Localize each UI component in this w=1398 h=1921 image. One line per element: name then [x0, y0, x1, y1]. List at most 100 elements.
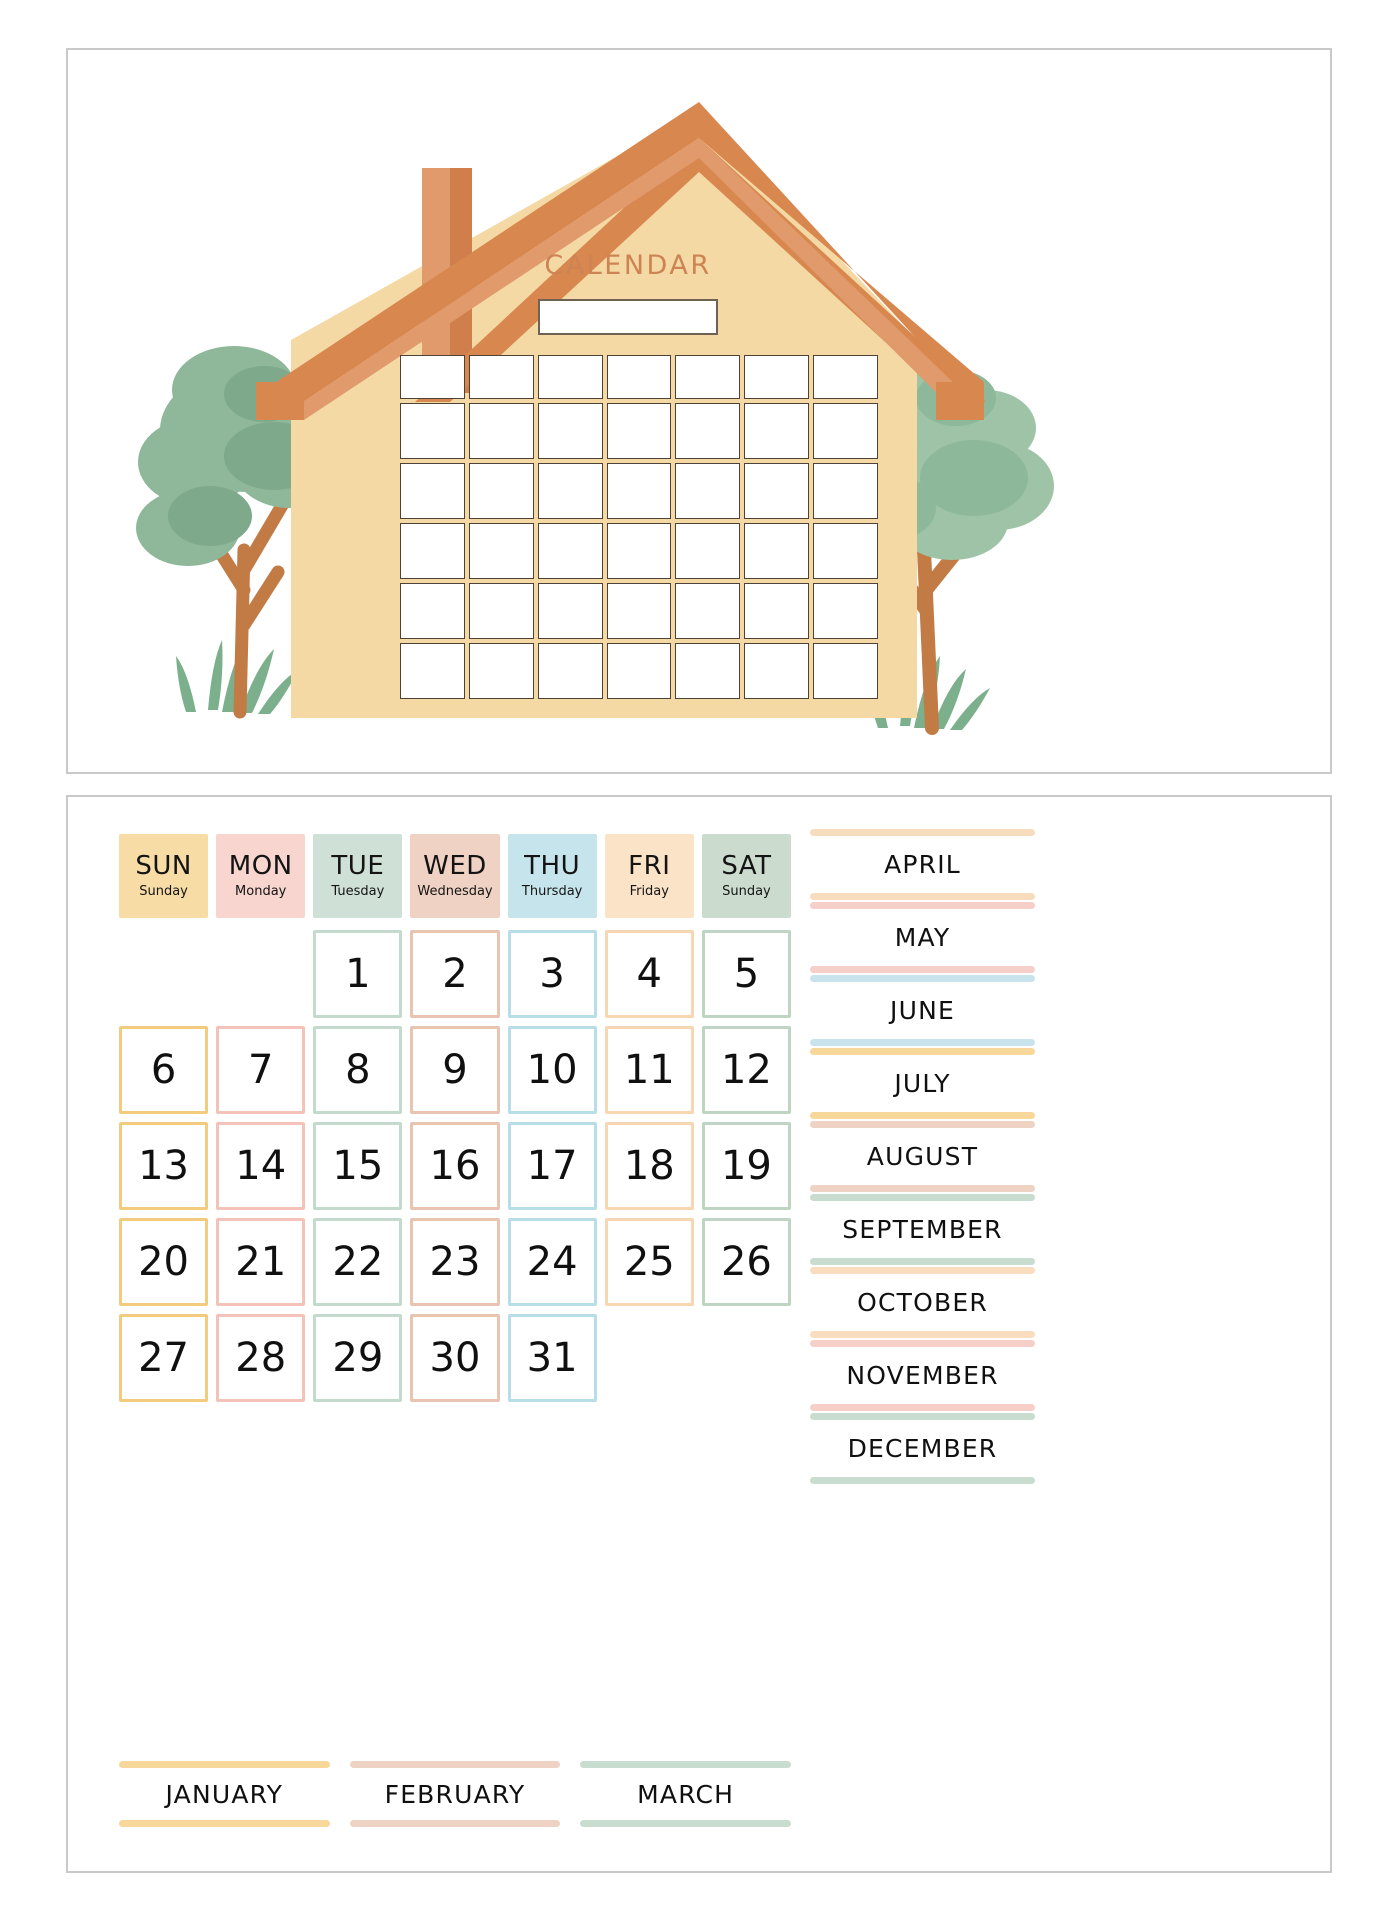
weekday-card-sat[interactable]: SAT Sunday: [701, 834, 791, 918]
date-card-16[interactable]: 16: [410, 1122, 500, 1210]
blank-grid-day-cell[interactable]: [813, 643, 878, 699]
weekday-abbr: THU: [524, 850, 581, 881]
date-card-24[interactable]: 24: [507, 1218, 597, 1306]
blank-grid-day-cell[interactable]: [606, 643, 672, 699]
date-card-3[interactable]: 3: [507, 930, 597, 1018]
date-card-10[interactable]: 10: [507, 1026, 597, 1114]
month-card-may[interactable]: MAY: [810, 902, 1035, 973]
date-card-22[interactable]: 22: [313, 1218, 403, 1306]
date-card-17[interactable]: 17: [507, 1122, 597, 1210]
month-card-september[interactable]: SEPTEMBER: [810, 1194, 1035, 1265]
blank-grid-day-cell[interactable]: [400, 643, 465, 699]
date-card-6[interactable]: 6: [119, 1026, 209, 1114]
blank-grid-day-cell[interactable]: [606, 463, 672, 519]
blank-grid-day-cell[interactable]: [675, 523, 741, 579]
month-card-august[interactable]: AUGUST: [810, 1121, 1035, 1192]
blank-grid-day-cell[interactable]: [813, 463, 878, 519]
blank-grid-day-cell[interactable]: [606, 583, 672, 639]
blank-grid-day-cell[interactable]: [468, 463, 534, 519]
month-card-top-bar: [810, 1340, 1035, 1347]
blank-grid-day-cell[interactable]: [468, 583, 534, 639]
blank-grid-day-cell[interactable]: [744, 403, 810, 459]
date-card-1[interactable]: 1: [313, 930, 403, 1018]
blank-grid-day-cell[interactable]: [813, 583, 878, 639]
blank-grid-day-cell[interactable]: [468, 643, 534, 699]
date-card-27[interactable]: 27: [119, 1314, 209, 1402]
date-card-30[interactable]: 30: [410, 1314, 500, 1402]
date-card-9[interactable]: 9: [410, 1026, 500, 1114]
blank-grid-day-cell[interactable]: [813, 523, 878, 579]
date-card-26[interactable]: 26: [701, 1218, 791, 1306]
month-card-february[interactable]: FEBRUARY: [349, 1761, 561, 1827]
blank-grid-header-cell[interactable]: [675, 355, 741, 399]
month-card-january[interactable]: JANUARY: [119, 1761, 330, 1827]
weekday-card-fri[interactable]: FRI Friday: [604, 834, 694, 918]
blank-grid-day-cell[interactable]: [813, 403, 878, 459]
month-card-december[interactable]: DECEMBER: [810, 1413, 1035, 1484]
month-name-write-in-box[interactable]: [538, 299, 718, 335]
blank-grid-header-cell[interactable]: [537, 355, 603, 399]
blank-grid-header-cell[interactable]: [468, 355, 534, 399]
month-card-label: DECEMBER: [847, 1434, 998, 1463]
blank-grid-day-cell[interactable]: [400, 523, 465, 579]
blank-grid-day-cell[interactable]: [468, 523, 534, 579]
blank-grid-day-cell[interactable]: [468, 403, 534, 459]
blank-grid-day-cell[interactable]: [537, 523, 603, 579]
month-card-top-bar: [119, 1761, 330, 1768]
blank-grid-day-cell[interactable]: [744, 523, 810, 579]
blank-grid-day-cell[interactable]: [606, 523, 672, 579]
blank-grid-day-cell[interactable]: [537, 463, 603, 519]
blank-grid-day-cell[interactable]: [675, 463, 741, 519]
blank-grid-header-cell[interactable]: [813, 355, 878, 399]
date-card-8[interactable]: 8: [313, 1026, 403, 1114]
date-card-20[interactable]: 20: [119, 1218, 209, 1306]
month-card-march[interactable]: MARCH: [580, 1761, 791, 1827]
date-card-28[interactable]: 28: [216, 1314, 306, 1402]
blank-grid-day-cell[interactable]: [744, 583, 810, 639]
blank-grid-day-cell[interactable]: [400, 403, 465, 459]
date-card-21[interactable]: 21: [216, 1218, 306, 1306]
date-card-14[interactable]: 14: [216, 1122, 306, 1210]
month-card-april[interactable]: APRIL: [810, 829, 1035, 900]
blank-grid-day-cell[interactable]: [537, 643, 603, 699]
month-card-july[interactable]: JULY: [810, 1048, 1035, 1119]
date-card-18[interactable]: 18: [604, 1122, 694, 1210]
blank-grid-header-cell[interactable]: [606, 355, 672, 399]
month-card-label: FEBRUARY: [384, 1779, 526, 1809]
date-card-31[interactable]: 31: [507, 1314, 597, 1402]
blank-grid-header-cell[interactable]: [744, 355, 810, 399]
blank-grid-header-cell[interactable]: [400, 355, 465, 399]
date-card-5[interactable]: 5: [701, 930, 791, 1018]
month-card-november[interactable]: NOVEMBER: [810, 1340, 1035, 1411]
weekday-card-tue[interactable]: TUE Tuesday: [313, 834, 403, 918]
blank-grid-day-cell[interactable]: [606, 403, 672, 459]
date-card-13[interactable]: 13: [119, 1122, 209, 1210]
blank-grid-day-cell[interactable]: [675, 403, 741, 459]
blank-grid-day-cell[interactable]: [400, 463, 465, 519]
blank-grid-day-cell[interactable]: [400, 583, 465, 639]
blank-grid-day-cell[interactable]: [744, 463, 810, 519]
date-card-25[interactable]: 25: [604, 1218, 694, 1306]
date-card-15[interactable]: 15: [313, 1122, 403, 1210]
date-card-19[interactable]: 19: [701, 1122, 791, 1210]
blank-grid-day-cell[interactable]: [537, 583, 603, 639]
date-card-4[interactable]: 4: [604, 930, 694, 1018]
date-card-29[interactable]: 29: [313, 1314, 403, 1402]
date-card-2[interactable]: 2: [410, 930, 500, 1018]
month-card-october[interactable]: OCTOBER: [810, 1267, 1035, 1338]
date-card-7[interactable]: 7: [216, 1026, 306, 1114]
date-card-23[interactable]: 23: [410, 1218, 500, 1306]
blank-grid-day-cell[interactable]: [537, 403, 603, 459]
date-card-11[interactable]: 11: [604, 1026, 694, 1114]
month-card-top-bar: [810, 829, 1035, 836]
blank-grid-day-cell[interactable]: [675, 583, 741, 639]
weekday-card-thu[interactable]: THU Thursday: [507, 834, 597, 918]
weekday-card-sun[interactable]: SUN Sunday: [119, 834, 209, 918]
weekday-card-wed[interactable]: WED Wednesday: [410, 834, 500, 918]
blank-grid-day-cell[interactable]: [744, 643, 810, 699]
month-card-label: SEPTEMBER: [842, 1215, 1003, 1244]
weekday-card-mon[interactable]: MON Monday: [216, 834, 306, 918]
month-card-june[interactable]: JUNE: [810, 975, 1035, 1046]
date-card-12[interactable]: 12: [701, 1026, 791, 1114]
blank-grid-day-cell[interactable]: [675, 643, 741, 699]
